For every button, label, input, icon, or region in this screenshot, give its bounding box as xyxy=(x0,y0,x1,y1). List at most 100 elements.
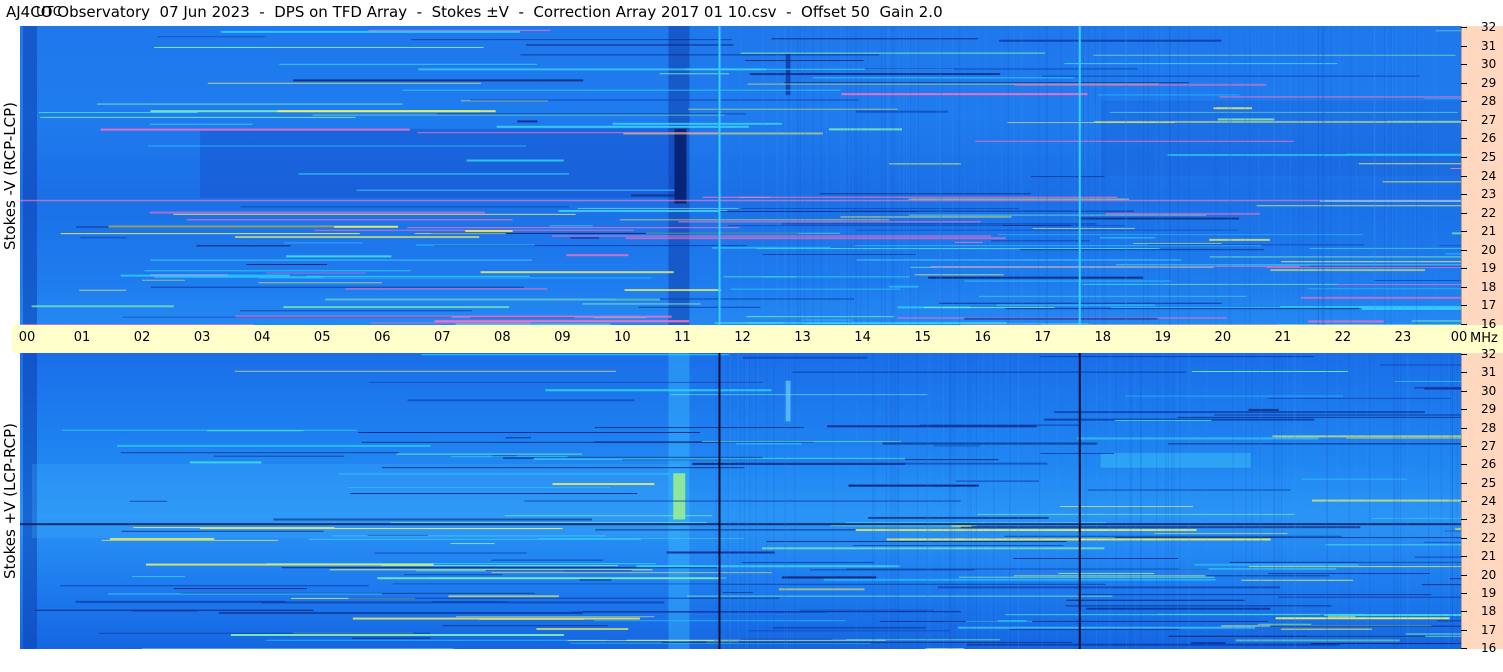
spectrogram-striation xyxy=(466,159,564,162)
spectrogram-striation xyxy=(619,219,890,221)
spectrogram-striation xyxy=(778,588,865,591)
spectrogram-striation xyxy=(442,625,608,627)
spectrogram-striation xyxy=(240,206,569,208)
spectrogram-striation xyxy=(1177,416,1461,418)
spectrogram-texture xyxy=(1115,353,1117,649)
spectrogram-striation xyxy=(772,626,926,629)
spectrogram-striation xyxy=(1270,625,1461,627)
time-tick-label: 18 xyxy=(1094,330,1112,345)
spectrogram-striation xyxy=(625,237,1006,240)
spectrogram-striation xyxy=(910,266,1214,268)
spectrogram-striation xyxy=(1371,518,1461,520)
spectrogram-texture xyxy=(1108,353,1110,649)
spectrogram-striation xyxy=(100,128,410,131)
spectrogram-texture xyxy=(1336,353,1338,649)
frequency-tick-mark xyxy=(1461,305,1467,307)
spectrogram-texture xyxy=(747,353,749,649)
spectrogram-texture xyxy=(915,26,917,325)
spectrogram-striation xyxy=(332,535,606,537)
spectrogram-texture xyxy=(965,353,967,649)
spectrogram-texture xyxy=(1009,353,1011,649)
spectrogram-texture xyxy=(1126,353,1128,649)
spectrogram-striation xyxy=(99,632,431,634)
spectrogram-texture xyxy=(1135,353,1137,649)
frequency-tick-mark xyxy=(1461,427,1467,429)
frequency-tick-label: 26 xyxy=(1481,131,1497,146)
spectrogram-texture xyxy=(799,26,801,325)
spectrogram-texture xyxy=(949,353,951,649)
spectrogram-striation xyxy=(879,620,1268,622)
spectrogram-striation xyxy=(146,563,434,566)
spectrogram-striation xyxy=(234,370,616,372)
spectrogram-texture xyxy=(755,353,757,649)
spectrogram-striation xyxy=(864,68,1138,70)
spectrogram-striation xyxy=(1248,566,1461,568)
spectrogram-striation xyxy=(1241,579,1354,581)
spectrogram-striation xyxy=(150,259,532,261)
frequency-tick-mark xyxy=(1461,156,1467,158)
frequency-tick-mark xyxy=(1461,64,1467,66)
spectrogram-striation xyxy=(150,286,525,288)
frequency-tick-mark xyxy=(1461,464,1467,466)
spectrogram-striation xyxy=(455,616,655,618)
spectrogram-striation xyxy=(1424,98,1461,100)
spectrogram-texture xyxy=(1435,26,1437,325)
spectrogram-striation xyxy=(567,639,714,641)
spectrogram-striation xyxy=(350,493,638,495)
time-tick-label: 07 xyxy=(434,330,451,345)
spectrogram-striation xyxy=(819,193,1031,195)
spectrogram-striation xyxy=(491,559,604,561)
spectrogram-texture xyxy=(1397,353,1399,649)
spectrogram-texture xyxy=(1350,26,1352,325)
spectrogram-striation xyxy=(450,543,495,545)
frequency-tick-label: 19 xyxy=(1481,585,1497,600)
spectrogram-striation xyxy=(1076,437,1319,440)
spectrogram-texture xyxy=(1189,353,1191,649)
spectrogram-striation xyxy=(517,120,538,123)
spectrogram-panel-top xyxy=(20,26,1461,325)
spectrogram-striation xyxy=(149,123,253,125)
spectrogram-texture xyxy=(893,26,895,325)
spectrogram-texture xyxy=(959,26,961,325)
spectrogram-striation xyxy=(957,626,1255,629)
spectrogram-texture xyxy=(1177,26,1179,325)
spectrogram-vertical-line xyxy=(1078,353,1081,649)
frequency-tick-mark xyxy=(1461,409,1467,411)
spectrogram-striation xyxy=(396,453,583,455)
spectrogram-texture xyxy=(1156,353,1158,649)
spectrogram-striation xyxy=(258,282,383,284)
spectrogram-striation xyxy=(964,280,1172,282)
spectrogram-striation xyxy=(147,145,527,147)
spectrogram-striation xyxy=(747,630,950,632)
spectrogram-texture xyxy=(964,26,966,325)
spectrogram-striation xyxy=(120,274,290,277)
spectrogram-texture xyxy=(1085,26,1087,325)
frequency-tick-mark xyxy=(1461,27,1467,28)
spectrogram-texture xyxy=(1433,26,1435,325)
spectrogram-striation xyxy=(742,356,868,359)
spectrogram-striation xyxy=(189,461,262,464)
spectrogram-texture xyxy=(723,353,725,649)
spectrogram-striation xyxy=(686,595,1113,597)
spectrogram-texture xyxy=(1047,26,1049,325)
spectrogram-texture xyxy=(1165,353,1167,649)
frequency-tick-label: 22 xyxy=(1481,205,1497,220)
spectrogram-texture xyxy=(943,353,945,649)
chart-title: AJ4CO Observatory 07 Jun 2023 - DPS on T… xyxy=(6,3,943,21)
spectrogram-striation xyxy=(1213,107,1252,110)
spectrogram-striation xyxy=(855,529,1197,532)
frequency-tick-mark xyxy=(1461,611,1467,613)
spectrogram-striation xyxy=(1005,308,1360,310)
spectrogram-striation xyxy=(978,295,1247,297)
spectrogram-texture xyxy=(1369,353,1371,649)
spectrogram-texture xyxy=(1187,353,1189,649)
spectrogram-striation xyxy=(1311,643,1461,645)
time-tick-label: 12 xyxy=(734,330,751,345)
time-tick-label: 10 xyxy=(614,330,631,345)
spectrogram-striation xyxy=(1307,288,1461,290)
spectrogram-texture xyxy=(786,353,788,649)
spectrogram-texture xyxy=(967,353,969,649)
frequency-tick-label: 25 xyxy=(1481,149,1497,164)
spectrogram-striation xyxy=(368,381,763,383)
spectrogram-striation xyxy=(1275,617,1450,620)
